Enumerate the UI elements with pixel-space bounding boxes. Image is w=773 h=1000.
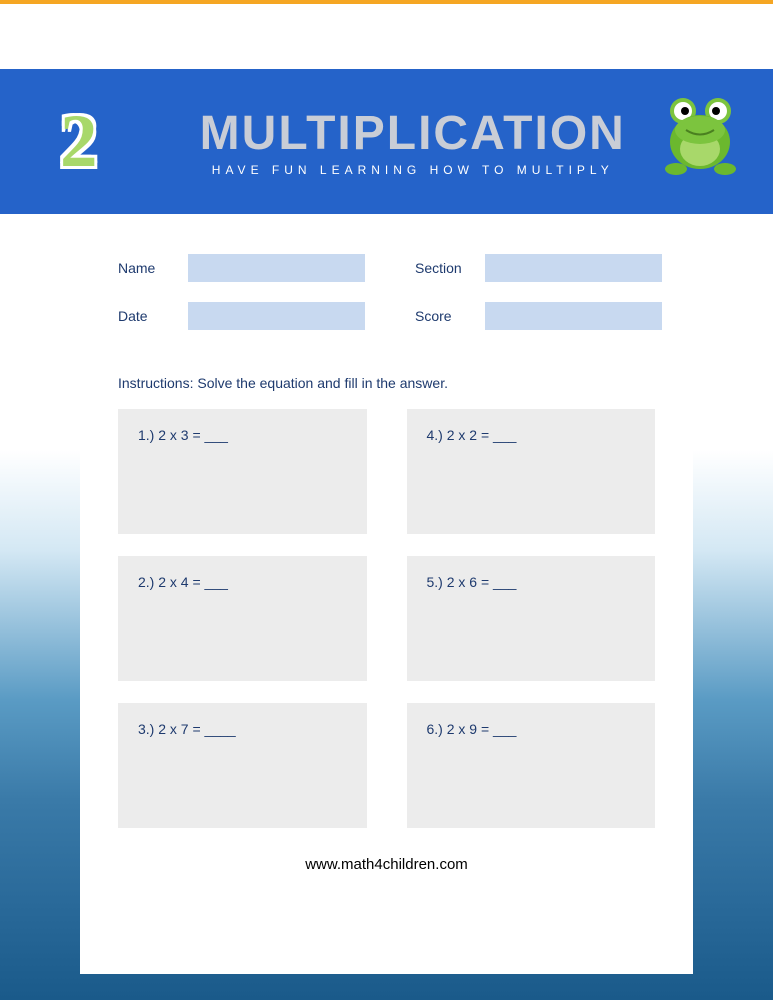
score-input[interactable]	[485, 302, 662, 330]
date-input[interactable]	[188, 302, 365, 330]
name-label: Name	[118, 260, 173, 276]
frog-icon	[658, 97, 743, 187]
info-row-2: Date Score	[118, 302, 655, 330]
worksheet-body: Name Section Date Score Instructions: So…	[80, 214, 693, 974]
name-field: Name	[118, 254, 365, 282]
problem-4[interactable]: 4.) 2 x 2 = ___	[407, 409, 656, 534]
footer-url: www.math4children.com	[118, 856, 655, 873]
score-label: Score	[415, 308, 470, 324]
section-label: Section	[415, 260, 470, 276]
info-row-1: Name Section	[118, 254, 655, 282]
problem-2[interactable]: 2.) 2 x 4 = ___	[118, 556, 367, 681]
section-field: Section	[415, 254, 662, 282]
problem-3[interactable]: 3.) 2 x 7 = ____	[118, 703, 367, 828]
banner-text-block: MULTIPLICATION HAVE FUN LEARNING HOW TO …	[93, 106, 734, 177]
problem-5[interactable]: 5.) 2 x 6 = ___	[407, 556, 656, 681]
title-banner: 2 MULTIPLICATION HAVE FUN LEARNING HOW T…	[0, 69, 773, 214]
worksheet-subtitle: HAVE FUN LEARNING HOW TO MULTIPLY	[93, 163, 734, 177]
date-label: Date	[118, 308, 173, 324]
problem-6[interactable]: 6.) 2 x 9 = ___	[407, 703, 656, 828]
score-field: Score	[415, 302, 662, 330]
instructions-text: Instructions: Solve the equation and fil…	[118, 375, 655, 391]
name-input[interactable]	[188, 254, 365, 282]
date-field: Date	[118, 302, 365, 330]
problems-grid: 1.) 2 x 3 = ___ 4.) 2 x 2 = ___ 2.) 2 x …	[118, 409, 655, 828]
worksheet-title: MULTIPLICATION	[93, 106, 734, 161]
section-input[interactable]	[485, 254, 662, 282]
problem-1[interactable]: 1.) 2 x 3 = ___	[118, 409, 367, 534]
white-header-spacer	[80, 4, 693, 69]
